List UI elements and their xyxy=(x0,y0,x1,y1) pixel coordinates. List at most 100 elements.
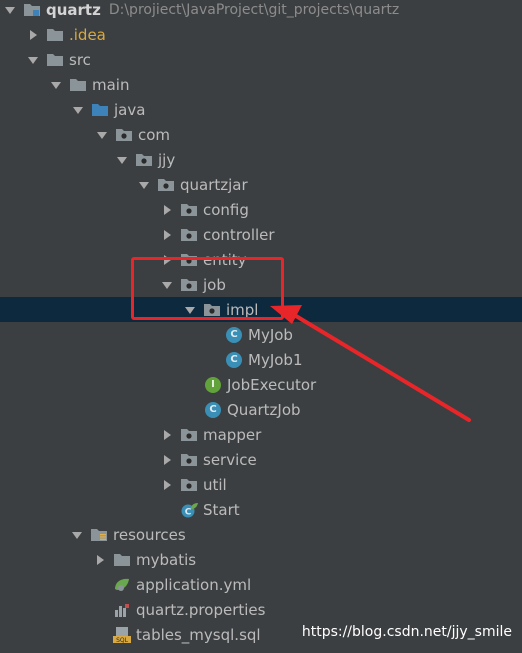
tree-node-label: service xyxy=(203,450,257,469)
project-tree: quartz D:\projiect\JavaProject\git_projec… xyxy=(0,0,522,653)
tree-node-resources[interactable]: resources xyxy=(0,522,522,547)
tree-node-entity[interactable]: entity xyxy=(0,247,522,272)
tree-node-label: QuartzJob xyxy=(227,400,301,419)
tree-node-mapper[interactable]: mapper xyxy=(0,422,522,447)
tree-node-label: jjy xyxy=(158,150,176,169)
tree-node-jobexecutor[interactable]: I JobExecutor xyxy=(0,372,522,397)
tree-node-quartz[interactable]: quartz D:\projiect\JavaProject\git_projec… xyxy=(0,0,522,22)
tree-node-jjy[interactable]: jjy xyxy=(0,147,522,172)
tree-node-label: entity xyxy=(203,250,247,269)
expand-arrow-down-icon[interactable] xyxy=(26,53,40,67)
module-folder-icon xyxy=(23,2,41,18)
class-icon: C xyxy=(225,351,243,368)
expand-arrow-down-icon[interactable] xyxy=(70,528,84,542)
folder-icon xyxy=(46,52,64,68)
tree-node-label: application.yml xyxy=(136,575,252,594)
folder-icon xyxy=(69,77,87,93)
expand-arrow-right-icon[interactable] xyxy=(160,478,174,492)
tree-node-config[interactable]: config xyxy=(0,197,522,222)
expand-arrow-right-icon[interactable] xyxy=(160,428,174,442)
tree-node-service[interactable]: service xyxy=(0,447,522,472)
expand-arrow-down-icon[interactable] xyxy=(3,3,17,17)
expand-arrow-down-icon[interactable] xyxy=(160,278,174,292)
tree-node-myjob[interactable]: C MyJob xyxy=(0,322,522,347)
tree-node-label: controller xyxy=(203,225,275,244)
sql-file-icon: SQL xyxy=(113,626,131,643)
expand-arrow-right-icon[interactable] xyxy=(160,203,174,217)
tree-node-myjob1[interactable]: C MyJob1 xyxy=(0,347,522,372)
tree-node-label: quartzjar xyxy=(180,175,248,194)
package-icon xyxy=(180,452,198,468)
tree-node-src[interactable]: src xyxy=(0,47,522,72)
watermark: https://blog.csdn.net/jjy_smile xyxy=(301,624,512,640)
tree-node-label: resources xyxy=(113,525,186,544)
tree-node-label: .idea xyxy=(69,25,106,44)
expand-arrow-down-icon[interactable] xyxy=(137,178,151,192)
expand-arrow-down-icon[interactable] xyxy=(49,78,63,92)
tree-node-label: java xyxy=(114,100,146,119)
expand-arrow-right-icon[interactable] xyxy=(160,453,174,467)
spring-boot-class-icon: C xyxy=(180,502,198,518)
tree-node-mybatis[interactable]: mybatis xyxy=(0,547,522,572)
tree-node-impl[interactable]: impl xyxy=(0,297,522,322)
tree-node-application-yml[interactable]: application.yml xyxy=(0,572,522,597)
package-icon xyxy=(180,477,198,493)
expand-arrow-right-icon[interactable] xyxy=(26,28,40,42)
tree-node-label: quartz.properties xyxy=(136,600,266,619)
tree-node-label: JobExecutor xyxy=(227,375,317,394)
properties-file-icon xyxy=(113,602,131,618)
package-icon xyxy=(157,177,175,193)
source-folder-icon xyxy=(91,102,109,118)
tree-node-label: Start xyxy=(203,500,240,519)
yaml-file-icon xyxy=(113,577,131,593)
package-icon xyxy=(180,227,198,243)
tree-node-start[interactable]: C Start xyxy=(0,497,522,522)
package-icon xyxy=(180,202,198,218)
tree-node-quartzjob[interactable]: C QuartzJob xyxy=(0,397,522,422)
tree-node-label: MyJob1 xyxy=(248,350,303,369)
tree-node-label: quartz xyxy=(46,0,101,19)
tree-node-com[interactable]: com xyxy=(0,122,522,147)
expand-arrow-right-icon[interactable] xyxy=(160,253,174,267)
resources-folder-icon xyxy=(90,527,108,543)
folder-icon xyxy=(46,27,64,43)
svg-text:C: C xyxy=(185,507,192,517)
package-icon xyxy=(115,127,133,143)
tree-node-label: mapper xyxy=(203,425,262,444)
folder-icon xyxy=(113,552,131,568)
tree-node-label: impl xyxy=(226,300,259,319)
package-icon xyxy=(180,277,198,293)
tree-node-job[interactable]: job xyxy=(0,272,522,297)
tree-node-label: job xyxy=(203,275,226,294)
expand-arrow-down-icon[interactable] xyxy=(183,303,197,317)
tree-node-util[interactable]: util xyxy=(0,472,522,497)
tree-node-label: main xyxy=(92,75,130,94)
project-path: D:\projiect\JavaProject\git_projects\qua… xyxy=(108,1,400,18)
tree-node-label: config xyxy=(203,200,249,219)
package-icon xyxy=(180,252,198,268)
interface-icon: I xyxy=(204,376,222,393)
tree-node-java[interactable]: java xyxy=(0,97,522,122)
expand-arrow-down-icon[interactable] xyxy=(95,128,109,142)
tree-node-controller[interactable]: controller xyxy=(0,222,522,247)
expand-arrow-right-icon[interactable] xyxy=(93,553,107,567)
tree-node-quartz-properties[interactable]: quartz.properties xyxy=(0,597,522,622)
tree-node-main[interactable]: main xyxy=(0,72,522,97)
package-icon xyxy=(180,427,198,443)
svg-text:SQL: SQL xyxy=(116,637,129,643)
tree-node-label: util xyxy=(203,475,227,494)
package-icon xyxy=(135,152,153,168)
class-icon: C xyxy=(225,326,243,343)
package-icon xyxy=(203,302,221,318)
tree-node-label: MyJob xyxy=(248,325,293,344)
tree-node-label: src xyxy=(69,50,91,69)
class-icon: C xyxy=(204,401,222,418)
tree-node-quartzjar[interactable]: quartzjar xyxy=(0,172,522,197)
expand-arrow-down-icon[interactable] xyxy=(71,103,85,117)
tree-node-label: tables_mysql.sql xyxy=(136,625,261,644)
expand-arrow-right-icon[interactable] xyxy=(160,228,174,242)
tree-node-label: com xyxy=(138,125,171,144)
tree-node-label: mybatis xyxy=(136,550,197,569)
expand-arrow-down-icon[interactable] xyxy=(115,153,129,167)
tree-node-idea[interactable]: .idea xyxy=(0,22,522,47)
